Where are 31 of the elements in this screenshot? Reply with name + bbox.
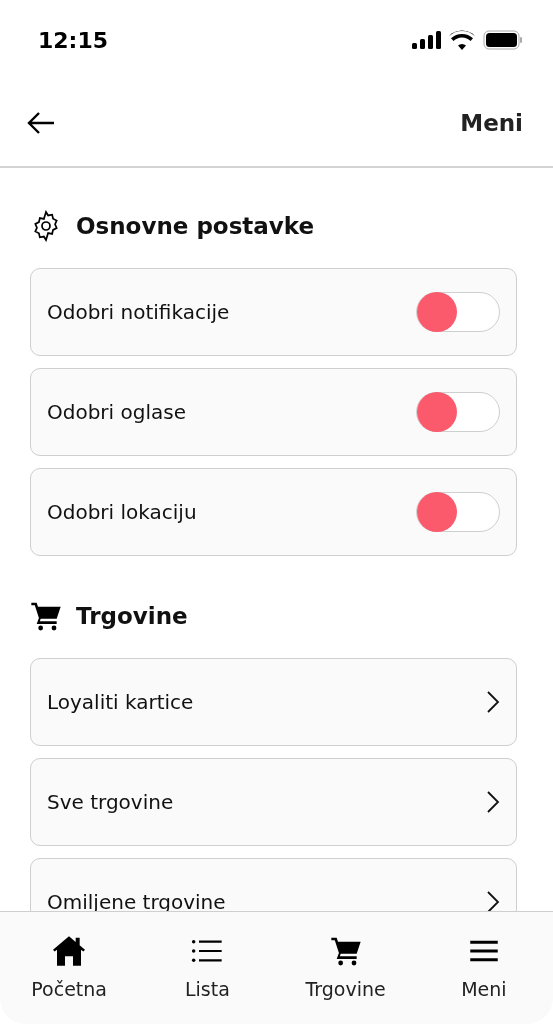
tab-label[interactable]: Trgovine xyxy=(305,978,386,1000)
section-title: Osnovne postavke xyxy=(76,213,315,239)
row-label: Odobri lokaciju xyxy=(47,500,197,524)
menu-icon[interactable] xyxy=(468,938,499,964)
row-label: Loyaliti kartice xyxy=(47,690,194,714)
list-icon[interactable] xyxy=(191,937,224,965)
status-time: 12:15 xyxy=(38,27,109,53)
toggle-switch[interactable] xyxy=(416,392,500,432)
back-arrow-icon[interactable] xyxy=(26,111,56,135)
toggle-switch[interactable] xyxy=(416,492,500,532)
cart-icon xyxy=(329,935,362,967)
chevron-icon xyxy=(486,790,500,814)
toggle-switch[interactable] xyxy=(416,292,500,332)
signal-icon xyxy=(412,31,441,49)
row-label: Sve trgovine xyxy=(47,790,174,814)
row-label: Omiljene trgovine xyxy=(47,890,226,914)
cart-icon xyxy=(30,600,62,632)
row-label: Odobri notifikacije xyxy=(47,300,230,324)
page-title: Meni xyxy=(460,110,523,136)
menu-row[interactable]: Sve trgovine xyxy=(30,758,517,846)
chevron-icon xyxy=(486,890,500,914)
tab-label[interactable]: Lista xyxy=(184,978,230,1000)
wifi-icon xyxy=(449,30,475,50)
chevron-icon xyxy=(486,690,500,714)
home-icon[interactable] xyxy=(51,935,88,967)
row-label: Odobri oglase xyxy=(47,400,186,424)
tab-label[interactable]: Meni xyxy=(461,978,507,1000)
battery-icon xyxy=(483,30,523,50)
tab-label[interactable]: Početna xyxy=(31,978,107,1000)
section-title: Trgovine xyxy=(76,603,188,629)
menu-row[interactable]: Loyaliti kartice xyxy=(30,658,517,746)
